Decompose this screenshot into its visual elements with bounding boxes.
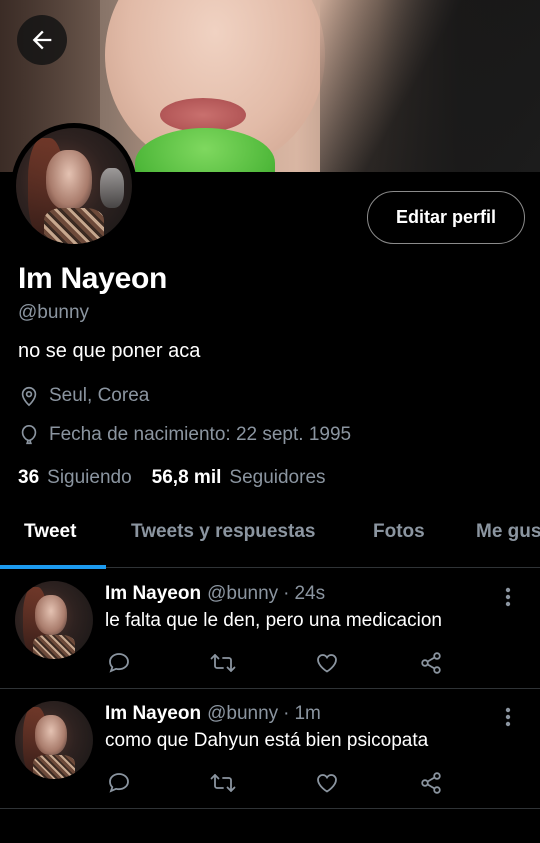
banner-photo-lips [160,98,246,132]
retweet-button[interactable] [209,649,237,677]
tweet-avatar[interactable] [15,701,93,779]
retweet-icon [210,774,236,792]
profile-tabs: Tweet Tweets y respuestas Fotos Me gus [0,510,540,568]
like-button[interactable] [313,769,341,797]
following-count[interactable]: 36 [18,467,39,489]
birthdate-text: Fecha de nacimiento: 22 sept. 1995 [49,424,352,445]
tweet-separator: · [283,583,290,604]
like-button[interactable] [313,649,341,677]
tweet-author-handle: @bunny [207,703,279,724]
heart-icon [317,654,337,673]
avatar-image [16,128,132,244]
share-button[interactable] [417,769,445,797]
tweet-time: 24s [294,583,326,604]
tweet-actions [105,649,465,679]
balloon-icon [21,425,37,445]
display-name: Im Nayeon [18,262,168,295]
tweet-more-button[interactable] [498,705,518,729]
tweet-text: como que Dahyun está bien psicopata [105,730,429,751]
reply-button[interactable] [105,649,133,677]
tweet-actions [105,769,465,799]
retweet-icon [210,654,236,672]
share-icon [421,772,441,794]
map-pin-icon [21,386,37,407]
back-button[interactable] [17,15,67,65]
profile-birthdate: Fecha de nacimiento: 22 sept. 1995 [18,424,351,446]
tweet-separator: · [283,703,290,724]
tweet-header: Im Nayeon @bunny · 24s [105,583,325,605]
tweet-text: le falta que le den, pero una medicacion [105,610,442,631]
followers-count[interactable]: 56,8 mil [152,467,222,489]
arrow-left-icon [32,30,52,50]
tweet-time: 1m [294,703,321,724]
followers-label[interactable]: Seguidores [229,467,325,489]
follow-stats: 36 Siguiendo 56,8 mil Seguidores [18,467,326,489]
tweet-more-button[interactable] [498,585,518,609]
tab-tweets-replies[interactable]: Tweets y respuestas [131,521,315,543]
location-text: Seul, Corea [49,385,150,406]
edit-profile-button[interactable]: Editar perfil [367,191,525,244]
tweet-author-name[interactable]: Im Nayeon [105,583,201,605]
comment-icon [109,773,129,793]
tab-photos[interactable]: Fotos [373,521,425,543]
tweet-item[interactable]: Im Nayeon @bunny · 1m como que Dahyun es… [0,689,540,809]
following-label[interactable]: Siguiendo [47,467,132,489]
profile-bio: no se que poner aca [18,340,201,362]
profile-avatar[interactable] [11,123,137,249]
tab-likes[interactable]: Me gus [476,521,540,543]
tweet-author-name[interactable]: Im Nayeon [105,703,201,725]
tweet-author-handle: @bunny [207,583,279,604]
user-handle: @bunny [18,302,90,323]
share-icon [421,652,441,674]
share-button[interactable] [417,649,445,677]
tweet-avatar[interactable] [15,581,93,659]
more-vertical-icon [505,587,511,607]
heart-icon [317,774,337,793]
tweet-header: Im Nayeon @bunny · 1m [105,703,321,725]
tweet-item[interactable]: Im Nayeon @bunny · 24s le falta que le d… [0,569,540,689]
comment-icon [109,653,129,673]
retweet-button[interactable] [209,769,237,797]
more-vertical-icon [505,707,511,727]
banner-photo-shadow [320,0,540,172]
profile-location: Seul, Corea [18,385,149,407]
tab-tweet[interactable]: Tweet [24,521,76,543]
reply-button[interactable] [105,769,133,797]
